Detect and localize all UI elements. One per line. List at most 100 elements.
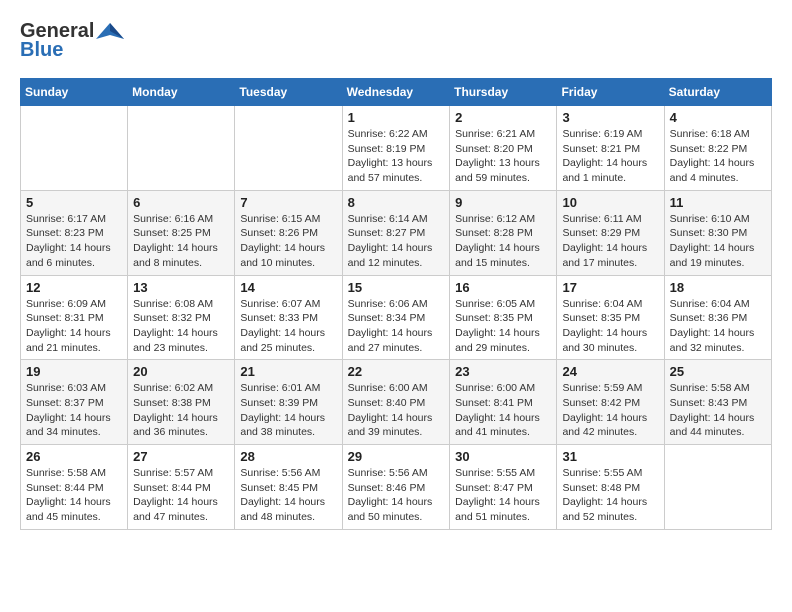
- day-number: 1: [348, 110, 445, 125]
- day-info: Sunrise: 6:04 AMSunset: 8:36 PMDaylight:…: [670, 297, 766, 356]
- calendar-cell: 3Sunrise: 6:19 AMSunset: 8:21 PMDaylight…: [557, 106, 664, 191]
- logo-bird-icon: [96, 21, 124, 43]
- calendar-week-row: 12 Sunrise: 6:09 AMSunset: 8:31 PMDayligh…: [21, 275, 772, 360]
- calendar-cell: [664, 445, 771, 530]
- calendar-cell: 27 Sunrise: 5:57 AMSunset: 8:44 PMDayligh…: [128, 445, 235, 530]
- day-number: 9: [455, 195, 551, 210]
- calendar-cell: 6 Sunrise: 6:16 AMSunset: 8:25 PMDaylight…: [128, 190, 235, 275]
- calendar-cell: 17 Sunrise: 6:04 AMSunset: 8:35 PMDayligh…: [557, 275, 664, 360]
- day-info: Sunrise: 6:00 AMSunset: 8:40 PMDaylight:…: [348, 381, 445, 440]
- calendar-cell: 1 Sunrise: 6:22 AMSunset: 8:19 PMDaylight…: [342, 106, 450, 191]
- calendar-cell: [21, 106, 128, 191]
- calendar-cell: 16Sunrise: 6:05 AMSunset: 8:35 PMDayligh…: [450, 275, 557, 360]
- calendar-cell: 18 Sunrise: 6:04 AMSunset: 8:36 PMDayligh…: [664, 275, 771, 360]
- calendar-cell: 21 Sunrise: 6:01 AMSunset: 8:39 PMDayligh…: [235, 360, 342, 445]
- column-header-saturday: Saturday: [664, 79, 771, 106]
- day-number: 8: [348, 195, 445, 210]
- day-number: 28: [240, 449, 336, 464]
- day-info: Sunrise: 6:06 AMSunset: 8:34 PMDaylight:…: [348, 297, 445, 356]
- day-info: Sunrise: 6:16 AMSunset: 8:25 PMDaylight:…: [133, 212, 229, 271]
- page-header: General Blue: [20, 20, 772, 62]
- day-info: Sunrise: 6:21 AMSunset: 8:20 PMDaylight:…: [455, 127, 551, 186]
- calendar-cell: 23 Sunrise: 6:00 AMSunset: 8:41 PMDayligh…: [450, 360, 557, 445]
- day-info: Sunrise: 6:08 AMSunset: 8:32 PMDaylight:…: [133, 297, 229, 356]
- day-number: 11: [670, 195, 766, 210]
- day-number: 21: [240, 364, 336, 379]
- day-info: Sunrise: 5:56 AMSunset: 8:45 PMDaylight:…: [240, 466, 336, 525]
- calendar-table: SundayMondayTuesdayWednesdayThursdayFrid…: [20, 78, 772, 530]
- day-info: Sunrise: 6:22 AMSunset: 8:19 PMDaylight:…: [348, 127, 445, 186]
- day-number: 12: [26, 280, 122, 295]
- calendar-cell: 10Sunrise: 6:11 AMSunset: 8:29 PMDayligh…: [557, 190, 664, 275]
- calendar-cell: 24 Sunrise: 5:59 AMSunset: 8:42 PMDayligh…: [557, 360, 664, 445]
- calendar-week-row: 1 Sunrise: 6:22 AMSunset: 8:19 PMDaylight…: [21, 106, 772, 191]
- day-number: 20: [133, 364, 229, 379]
- day-number: 19: [26, 364, 122, 379]
- day-number: 2: [455, 110, 551, 125]
- day-info: Sunrise: 6:09 AMSunset: 8:31 PMDaylight:…: [26, 297, 122, 356]
- day-info: Sunrise: 6:03 AMSunset: 8:37 PMDaylight:…: [26, 381, 122, 440]
- day-info: Sunrise: 6:11 AMSunset: 8:29 PMDaylight:…: [562, 212, 658, 271]
- day-info: Sunrise: 5:59 AMSunset: 8:42 PMDaylight:…: [562, 381, 658, 440]
- day-info: Sunrise: 6:14 AMSunset: 8:27 PMDaylight:…: [348, 212, 445, 271]
- logo-blue-text: Blue: [20, 39, 63, 62]
- day-number: 30: [455, 449, 551, 464]
- calendar-cell: 31Sunrise: 5:55 AMSunset: 8:48 PMDayligh…: [557, 445, 664, 530]
- calendar-cell: 5 Sunrise: 6:17 AMSunset: 8:23 PMDaylight…: [21, 190, 128, 275]
- day-number: 5: [26, 195, 122, 210]
- calendar-cell: 26 Sunrise: 5:58 AMSunset: 8:44 PMDayligh…: [21, 445, 128, 530]
- day-number: 18: [670, 280, 766, 295]
- day-info: Sunrise: 5:56 AMSunset: 8:46 PMDaylight:…: [348, 466, 445, 525]
- day-info: Sunrise: 6:07 AMSunset: 8:33 PMDaylight:…: [240, 297, 336, 356]
- calendar-week-row: 5 Sunrise: 6:17 AMSunset: 8:23 PMDaylight…: [21, 190, 772, 275]
- day-number: 15: [348, 280, 445, 295]
- day-number: 23: [455, 364, 551, 379]
- day-info: Sunrise: 5:55 AMSunset: 8:48 PMDaylight:…: [562, 466, 658, 525]
- day-info: Sunrise: 5:57 AMSunset: 8:44 PMDaylight:…: [133, 466, 229, 525]
- day-info: Sunrise: 6:02 AMSunset: 8:38 PMDaylight:…: [133, 381, 229, 440]
- day-number: 7: [240, 195, 336, 210]
- calendar-cell: 12 Sunrise: 6:09 AMSunset: 8:31 PMDayligh…: [21, 275, 128, 360]
- day-info: Sunrise: 6:17 AMSunset: 8:23 PMDaylight:…: [26, 212, 122, 271]
- calendar-cell: 2 Sunrise: 6:21 AMSunset: 8:20 PMDaylight…: [450, 106, 557, 191]
- column-header-tuesday: Tuesday: [235, 79, 342, 106]
- day-info: Sunrise: 6:12 AMSunset: 8:28 PMDaylight:…: [455, 212, 551, 271]
- day-number: 13: [133, 280, 229, 295]
- calendar-cell: 4 Sunrise: 6:18 AMSunset: 8:22 PMDaylight…: [664, 106, 771, 191]
- column-header-sunday: Sunday: [21, 79, 128, 106]
- day-number: 6: [133, 195, 229, 210]
- day-info: Sunrise: 5:55 AMSunset: 8:47 PMDaylight:…: [455, 466, 551, 525]
- column-header-thursday: Thursday: [450, 79, 557, 106]
- day-info: Sunrise: 5:58 AMSunset: 8:44 PMDaylight:…: [26, 466, 122, 525]
- day-number: 26: [26, 449, 122, 464]
- column-header-monday: Monday: [128, 79, 235, 106]
- calendar-cell: 8 Sunrise: 6:14 AMSunset: 8:27 PMDaylight…: [342, 190, 450, 275]
- day-info: Sunrise: 6:01 AMSunset: 8:39 PMDaylight:…: [240, 381, 336, 440]
- calendar-cell: 9 Sunrise: 6:12 AMSunset: 8:28 PMDaylight…: [450, 190, 557, 275]
- day-number: 16: [455, 280, 551, 295]
- day-info: Sunrise: 6:15 AMSunset: 8:26 PMDaylight:…: [240, 212, 336, 271]
- day-info: Sunrise: 6:04 AMSunset: 8:35 PMDaylight:…: [562, 297, 658, 356]
- day-info: Sunrise: 6:18 AMSunset: 8:22 PMDaylight:…: [670, 127, 766, 186]
- day-number: 14: [240, 280, 336, 295]
- day-number: 29: [348, 449, 445, 464]
- column-header-friday: Friday: [557, 79, 664, 106]
- day-number: 27: [133, 449, 229, 464]
- calendar-cell: 22Sunrise: 6:00 AMSunset: 8:40 PMDayligh…: [342, 360, 450, 445]
- day-info: Sunrise: 6:00 AMSunset: 8:41 PMDaylight:…: [455, 381, 551, 440]
- calendar-cell: 29 Sunrise: 5:56 AMSunset: 8:46 PMDayligh…: [342, 445, 450, 530]
- calendar-cell: 13 Sunrise: 6:08 AMSunset: 8:32 PMDayligh…: [128, 275, 235, 360]
- calendar-header-row: SundayMondayTuesdayWednesdayThursdayFrid…: [21, 79, 772, 106]
- calendar-week-row: 26 Sunrise: 5:58 AMSunset: 8:44 PMDayligh…: [21, 445, 772, 530]
- day-info: Sunrise: 6:19 AMSunset: 8:21 PMDaylight:…: [562, 127, 658, 186]
- day-number: 25: [670, 364, 766, 379]
- column-header-wednesday: Wednesday: [342, 79, 450, 106]
- calendar-cell: 25Sunrise: 5:58 AMSunset: 8:43 PMDayligh…: [664, 360, 771, 445]
- day-number: 4: [670, 110, 766, 125]
- calendar-cell: 11 Sunrise: 6:10 AMSunset: 8:30 PMDayligh…: [664, 190, 771, 275]
- day-number: 24: [562, 364, 658, 379]
- day-info: Sunrise: 6:10 AMSunset: 8:30 PMDaylight:…: [670, 212, 766, 271]
- calendar-cell: 19 Sunrise: 6:03 AMSunset: 8:37 PMDayligh…: [21, 360, 128, 445]
- day-number: 17: [562, 280, 658, 295]
- calendar-cell: [128, 106, 235, 191]
